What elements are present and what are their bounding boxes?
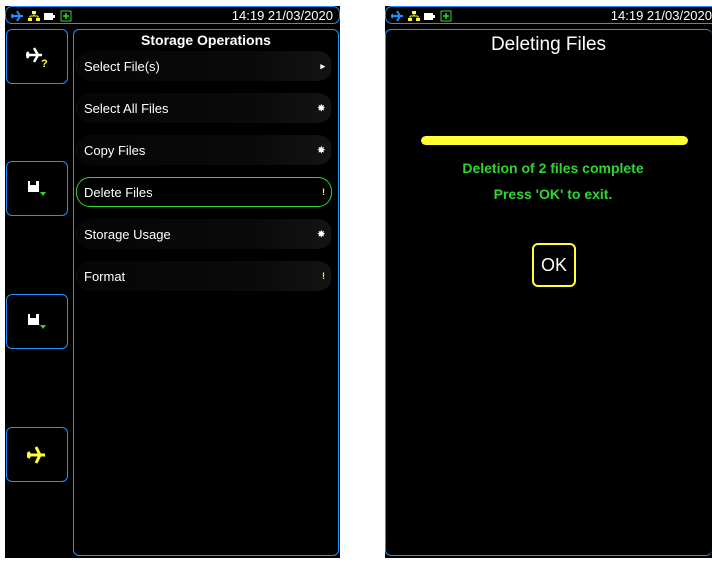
battery-icon — [44, 13, 55, 20]
action-star-icon: ✸ — [317, 229, 325, 239]
save-down-button-2[interactable] — [6, 294, 68, 349]
warning-icon: ! — [322, 187, 325, 197]
menu-item-label: Select File(s) — [84, 59, 160, 74]
menu-item-select-all-files[interactable]: Select All Files ✸ — [76, 93, 332, 123]
menu-item-label: Copy Files — [84, 143, 146, 158]
plane-help-icon: ? — [25, 46, 48, 69]
battery-icon — [424, 13, 435, 20]
storage-operations-menu: Storage Operations Select File(s) ▸ Sele… — [73, 29, 339, 556]
submenu-arrow-icon: ▸ — [320, 61, 325, 71]
plane-icon — [391, 10, 403, 22]
action-star-icon: ✸ — [317, 103, 325, 113]
status-bar: 14:19 21/03/2020 — [5, 6, 340, 24]
status-bar: 14:19 21/03/2020 — [385, 6, 712, 24]
progress-bar-fill — [421, 136, 688, 145]
status-icons — [390, 8, 452, 24]
menu-item-format[interactable]: Format ! — [76, 261, 332, 291]
plane-icon — [11, 10, 23, 22]
plane-icon — [26, 445, 45, 464]
status-time: 14:19 21/03/2020 — [610, 8, 712, 23]
menu-item-delete-files[interactable]: Delete Files ! — [76, 177, 332, 207]
menu-item-storage-usage[interactable]: Storage Usage ✸ — [76, 219, 332, 249]
progress-bar — [421, 136, 688, 145]
menu-item-copy-files[interactable]: Copy Files ✸ — [76, 135, 332, 165]
exit-instruction: Press 'OK' to exit. — [493, 186, 613, 202]
plane-help-button[interactable]: ? — [6, 29, 68, 84]
save-down-icon — [28, 180, 46, 196]
page-title: Deleting Files — [490, 34, 607, 55]
plane-button[interactable] — [6, 427, 68, 482]
menu-item-select-files[interactable]: Select File(s) ▸ — [76, 51, 332, 81]
save-down-icon — [28, 313, 46, 329]
deleting-files-screen: 14:19 21/03/2020 Deleting Files Deletion… — [385, 6, 712, 558]
power-icon — [60, 10, 72, 22]
network-icon — [28, 11, 40, 21]
power-icon — [440, 10, 452, 22]
storage-operations-screen: 14:19 21/03/2020 ? Storage Operations Se… — [5, 6, 340, 558]
save-down-button-1[interactable] — [6, 161, 68, 216]
network-icon — [408, 11, 420, 21]
ok-button[interactable]: OK — [532, 243, 576, 287]
menu-item-label: Delete Files — [84, 185, 153, 200]
action-star-icon: ✸ — [317, 145, 325, 155]
menu-item-label: Select All Files — [84, 101, 169, 116]
warning-icon: ! — [322, 271, 325, 281]
dialog-frame — [385, 29, 712, 556]
menu-title: Storage Operations — [141, 32, 271, 48]
status-time: 14:19 21/03/2020 — [231, 8, 333, 23]
status-icons — [10, 8, 72, 24]
svg-text:?: ? — [41, 58, 48, 69]
menu-item-label: Format — [84, 269, 126, 284]
menu-item-label: Storage Usage — [84, 227, 171, 242]
completion-message: Deletion of 2 files complete — [462, 160, 644, 176]
